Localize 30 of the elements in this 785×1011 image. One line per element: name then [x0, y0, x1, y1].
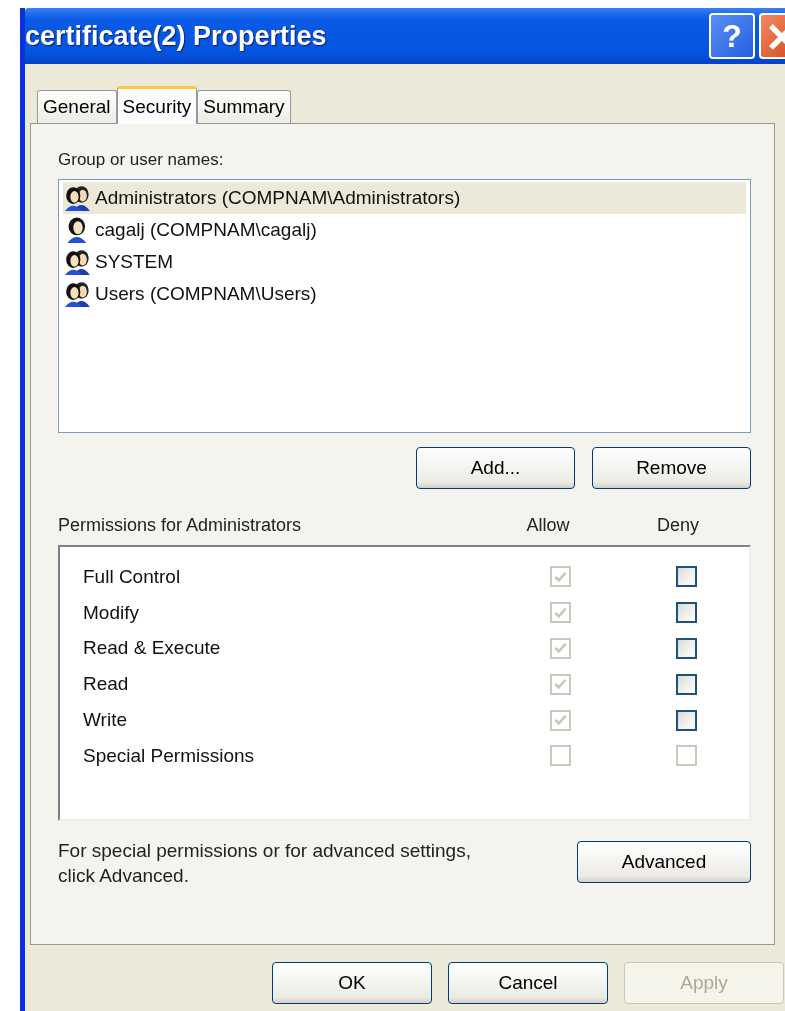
dialog-button[interactable]: OK — [272, 962, 432, 1004]
tab[interactable]: General — [37, 90, 117, 123]
permission-name: Write — [82, 709, 128, 732]
advanced-button[interactable]: Advanced — [577, 841, 751, 883]
tab[interactable]: Security — [116, 86, 198, 124]
permission-name: Full Control — [82, 565, 182, 588]
help-button[interactable]: ? — [709, 13, 755, 59]
window-title: certificate(2) Properties — [25, 20, 327, 52]
tab[interactable]: Summary — [197, 90, 291, 123]
checkbox[interactable] — [675, 673, 697, 695]
permissions-label: Permissions for Administrators — [58, 514, 303, 536]
user-list-item[interactable]: Administrators (COMPNAM\Administrators) — [63, 182, 746, 214]
permission-name: Read — [82, 673, 130, 696]
checkbox[interactable] — [675, 602, 697, 624]
permission-name: Read & Execute — [82, 637, 222, 660]
user-list-item[interactable]: SYSTEM — [63, 246, 746, 278]
group-label: Group or user names: — [58, 150, 225, 170]
column-header: Deny — [656, 514, 700, 536]
list-action-button[interactable]: Remove — [592, 447, 751, 489]
advanced-note: For special permissions or for advanced settings, click Advanced. — [58, 839, 472, 888]
checkbox[interactable] — [675, 638, 697, 659]
list-action-button[interactable]: Add... — [416, 447, 575, 489]
checkbox[interactable] — [675, 709, 697, 731]
column-header: Allow — [525, 514, 571, 536]
permission-name: Modify — [82, 601, 140, 624]
permission-name: Special Permissions — [82, 744, 256, 767]
user-list-item[interactable]: cagalj (COMPNAM\cagalj) — [63, 214, 746, 246]
user-list-item[interactable]: Users (COMPNAM\Users) — [63, 278, 746, 310]
checkbox[interactable] — [675, 566, 697, 588]
dialog-button[interactable]: Cancel — [448, 962, 608, 1004]
